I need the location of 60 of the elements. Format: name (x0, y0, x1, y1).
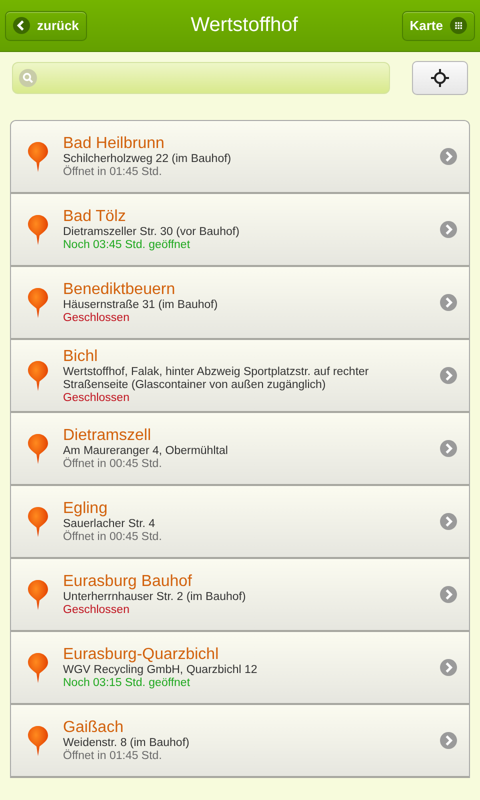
chevron-right-icon (440, 440, 457, 457)
map-pin-icon (27, 360, 49, 392)
location-name: Bad Tölz (63, 207, 127, 226)
location-address: WGV Recycling GmbH, Quarzbichl 12 (63, 664, 258, 677)
opening-status: Öffnet in 00:45 Std. (63, 458, 163, 471)
opening-status: Noch 03:15 Std. geöffnet (63, 677, 192, 690)
map-pin-icon (27, 724, 49, 756)
map-pin-icon (27, 506, 49, 538)
location-address: Sauerlacher Str. 4 (63, 518, 156, 530)
location-item[interactable]: Egling Sauerlacher Str. 4 Öffnet in 00:45 Std. (11, 486, 469, 559)
opening-status: Öffnet in 00:45 Std. (63, 531, 163, 544)
location-item[interactable]: Gaißach Weidenstr. 8 (im Bauhof) Öffnet in 01:45 Std. (11, 705, 469, 778)
location-item[interactable]: Bad Heilbrunn Schilcherholzweg 22 (im Bauhof) Öffnet in 01:45 Std. (11, 121, 469, 194)
location-address: Weidenstr. 8 (im Bauhof) (63, 737, 190, 749)
page-title: Wertstoffhof (190, 14, 298, 37)
map-pin-icon (27, 286, 49, 318)
chevron-right-icon (440, 294, 457, 311)
chevron-right-icon (440, 148, 457, 165)
location-item[interactable]: Bad Tölz Dietramszeller Str. 30 (vor Bauhof) Noch 03:45 Std. geöffnet (11, 194, 469, 267)
location-item[interactable]: Eurasburg Bauhof Unterherrnhauser Str. 2 (im Bauhof) Geschlossen (11, 559, 469, 632)
chevron-right-icon (440, 513, 457, 530)
crosshair-icon (431, 69, 449, 87)
location-name: Eurasburg-Quarzbichl (63, 645, 220, 664)
opening-status: Noch 03:45 Std. geöffnet (63, 239, 192, 252)
location-name: Bichl (63, 346, 99, 366)
location-item[interactable]: Benediktbeuern Häusernstraße 31 (im Bauhof) Geschlossen (11, 267, 469, 340)
location-item[interactable]: Bichl Wertstoffhof, Falak, hinter Abzweig Sportplatzstr. auf rechter Straßenseite (Glascontainer von außen zugänglich) Geschlossen (11, 340, 469, 413)
opening-status: Geschlossen (63, 312, 130, 325)
locate-button[interactable] (412, 61, 468, 95)
chevron-right-icon (440, 367, 457, 384)
location-item[interactable]: Dietramszell Am Maureranger 4, Obermühltal Öffnet in 00:45 Std. (11, 413, 469, 486)
search-field[interactable] (12, 62, 390, 94)
location-name: Egling (63, 499, 108, 518)
location-name: Dietramszell (63, 426, 152, 445)
location-name: Gaißach (63, 718, 124, 737)
opening-status: Öffnet in 01:45 Std. (63, 750, 163, 763)
chevron-right-icon (440, 586, 457, 603)
location-item[interactable]: Eurasburg-Quarzbichl WGV Recycling GmbH, Quarzbichl 12 Noch 03:15 Std. geöffnet (11, 632, 469, 705)
opening-status: Geschlossen (63, 604, 130, 617)
map-pin-icon (27, 578, 49, 610)
location-address: Häusernstraße 31 (im Bauhof) (63, 299, 219, 312)
location-name: Benediktbeuern (63, 280, 176, 299)
chevron-right-icon (440, 221, 457, 238)
chevron-right-icon (440, 659, 457, 676)
map-pin-icon (27, 140, 49, 172)
location-address: Schilcherholzweg 22 (im Bauhof) (63, 153, 232, 165)
location-name: Bad Heilbrunn (63, 134, 166, 153)
map-pin-icon (27, 214, 49, 246)
location-address: Dietramszeller Str. 30 (vor Bauhof) (63, 226, 240, 239)
chevron-right-icon (440, 732, 457, 749)
location-name: Eurasburg Bauhof (63, 572, 193, 591)
opening-status: Öffnet in 01:45 Std. (63, 166, 163, 179)
search-icon (19, 69, 37, 87)
map-pin-icon (27, 432, 49, 464)
location-address: Unterherrnhauser Str. 2 (im Bauhof) (63, 591, 247, 604)
location-address: Wertstoffhof, Falak, hinter Abzweig Sportplatzstr. auf rechter Straßenseite (Glascontainer von außen zugänglich) (63, 366, 370, 392)
grid-icon (450, 17, 467, 34)
map-pin-icon (27, 652, 49, 684)
location-address: Am Maureranger 4, Obermühltal (63, 445, 229, 457)
opening-status: Geschlossen (63, 392, 130, 404)
